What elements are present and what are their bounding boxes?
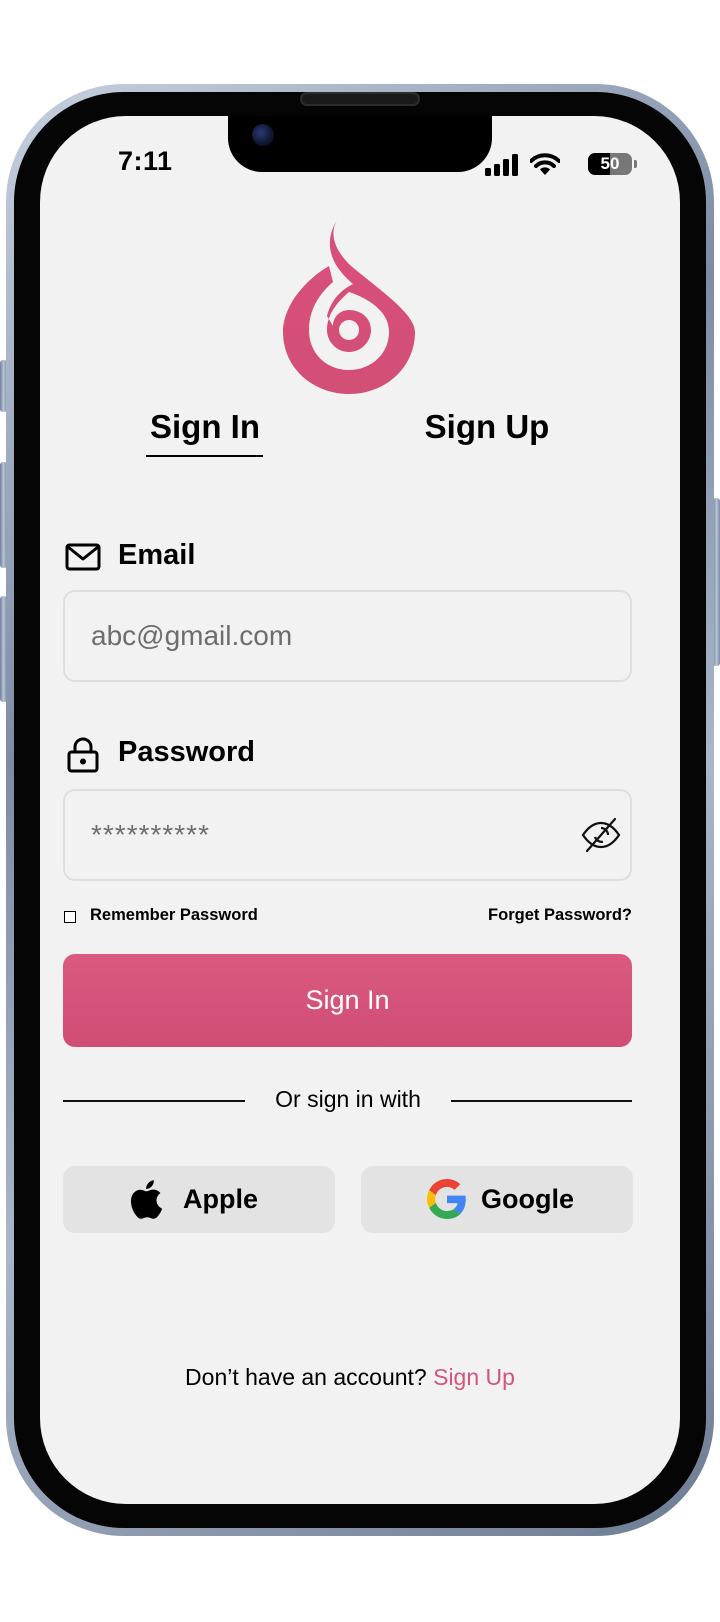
password-input[interactable] — [91, 791, 561, 879]
sign-up-link[interactable]: Sign Up — [433, 1364, 515, 1390]
sign-up-prompt: Don’t have an account? Sign Up — [140, 1364, 560, 1391]
flame-drop-logo — [283, 220, 415, 394]
email-field-box — [63, 590, 632, 682]
email-label: Email — [118, 539, 196, 571]
divider-line-right — [451, 1100, 632, 1102]
power-button — [713, 498, 720, 666]
sign-up-prompt-text: Don’t have an account? — [185, 1364, 427, 1390]
front-camera — [252, 124, 274, 146]
status-time: 7:11 — [118, 146, 173, 176]
password-label: Password — [118, 736, 255, 768]
remember-password-label[interactable]: Remember Password — [90, 906, 258, 925]
earpiece-speaker — [300, 92, 420, 106]
status-icons: 50 — [485, 152, 638, 178]
password-field-box — [63, 789, 632, 881]
device-mockup: 7:11 50 Sign In Sign Up Email abc@gmail.… — [0, 0, 720, 1622]
forget-password-link[interactable]: Forget Password? — [488, 906, 632, 925]
tab-sign-up[interactable]: Sign Up — [420, 408, 554, 446]
divider-label: Or sign in with — [275, 1086, 421, 1112]
cellular-signal-icon — [485, 154, 518, 176]
remember-password-checkbox[interactable] — [64, 911, 76, 923]
apple-button-label: Apple — [183, 1184, 259, 1214]
eye-off-icon[interactable] — [581, 817, 621, 853]
google-button-label: Google — [481, 1184, 574, 1214]
apple-sign-in-button[interactable]: Apple — [63, 1166, 335, 1233]
battery-cap — [634, 160, 637, 168]
battery-level-text: 50 — [600, 154, 620, 173]
wifi-icon — [530, 153, 560, 175]
lock-icon — [67, 737, 99, 773]
active-tab-indicator — [146, 455, 263, 457]
battery-icon: 50 — [588, 153, 632, 175]
google-icon — [427, 1179, 466, 1219]
tab-sign-in[interactable]: Sign In — [148, 408, 262, 446]
password-options-row: Remember Password Forget Password? — [63, 906, 632, 930]
email-input[interactable] — [91, 592, 561, 680]
mail-icon — [65, 543, 101, 571]
sign-in-button[interactable]: Sign In — [63, 954, 632, 1047]
google-sign-in-button[interactable]: Google — [361, 1166, 633, 1233]
apple-icon — [130, 1180, 163, 1219]
divider-line-left — [63, 1100, 245, 1102]
